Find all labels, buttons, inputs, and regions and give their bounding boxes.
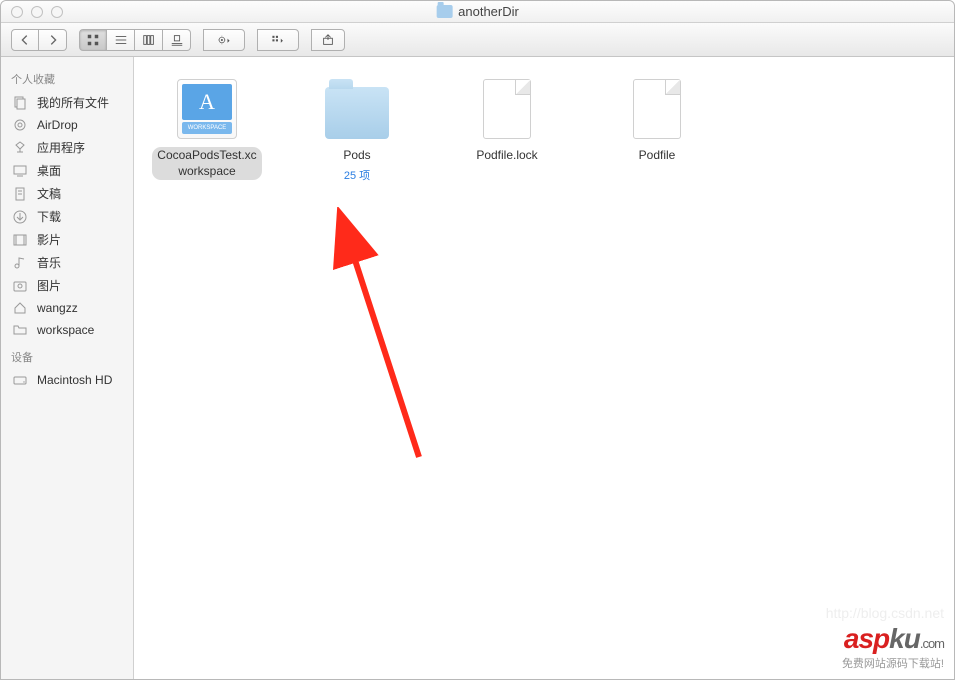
movies-icon xyxy=(11,232,29,248)
back-button[interactable] xyxy=(11,29,39,51)
share-menu xyxy=(311,29,345,51)
coverflow-view-button[interactable] xyxy=(163,29,191,51)
sidebar-item-workspace[interactable]: workspace xyxy=(1,319,133,341)
file-item-workspace[interactable]: WORKSPACE CocoaPodsTest.xcworkspace xyxy=(152,77,262,180)
view-buttons xyxy=(79,29,191,51)
sidebar-item-apps[interactable]: 应用程序 xyxy=(1,136,133,159)
documents-icon xyxy=(11,186,29,202)
sidebar-item-label: 文稿 xyxy=(37,185,61,202)
annotation-arrow-icon xyxy=(329,207,449,467)
home-icon xyxy=(11,300,29,316)
sidebar-item-movies[interactable]: 影片 xyxy=(1,228,133,251)
watermark: http://blog.csdn.net aspku.com 免费网站源码下载站… xyxy=(826,605,944,671)
sidebar-item-music[interactable]: 音乐 xyxy=(1,251,133,274)
sidebar-item-label: AirDrop xyxy=(37,118,78,132)
folder-icon xyxy=(436,5,452,18)
file-label: Pods xyxy=(339,147,374,165)
file-label: Podfile xyxy=(635,147,680,165)
sidebar-item-desktop[interactable]: 桌面 xyxy=(1,159,133,182)
file-item-lock[interactable]: Podfile.lock xyxy=(452,77,562,165)
sidebar-item-label: 音乐 xyxy=(37,254,61,271)
sidebar-section-favorites: 个人收藏 xyxy=(1,63,133,91)
file-label: Podfile.lock xyxy=(472,147,541,165)
close-icon[interactable] xyxy=(11,6,23,18)
file-grid[interactable]: WORKSPACE CocoaPodsTest.xcworkspace Pods… xyxy=(134,57,954,679)
sidebar-item-label: 桌面 xyxy=(37,162,61,179)
sidebar-item-label: 应用程序 xyxy=(37,139,85,156)
zoom-icon[interactable] xyxy=(51,6,63,18)
apps-icon xyxy=(11,140,29,156)
title-text: anotherDir xyxy=(458,4,519,19)
sidebar-item-home[interactable]: wangzz xyxy=(1,297,133,319)
titlebar: anotherDir xyxy=(1,1,954,23)
column-view-button[interactable] xyxy=(135,29,163,51)
sidebar-item-label: 图片 xyxy=(37,277,61,294)
finder-window: anotherDir 个人收藏 我的所有文件 xyxy=(0,0,955,680)
window-controls xyxy=(1,6,63,18)
sidebar-item-label: wangzz xyxy=(37,301,78,315)
folder-icon xyxy=(325,77,389,141)
window-body: 个人收藏 我的所有文件 AirDrop 应用程序 桌面 文稿 xyxy=(1,57,954,679)
sidebar-item-pictures[interactable]: 图片 xyxy=(1,274,133,297)
sidebar: 个人收藏 我的所有文件 AirDrop 应用程序 桌面 文稿 xyxy=(1,57,134,679)
sidebar-item-all-files[interactable]: 我的所有文件 xyxy=(1,91,133,114)
sidebar-item-airdrop[interactable]: AirDrop xyxy=(1,114,133,136)
sidebar-item-label: workspace xyxy=(37,323,94,337)
action-button[interactable] xyxy=(203,29,245,51)
share-button[interactable] xyxy=(311,29,345,51)
sidebar-item-downloads[interactable]: 下载 xyxy=(1,205,133,228)
watermark-url: http://blog.csdn.net xyxy=(826,605,944,621)
sidebar-item-documents[interactable]: 文稿 xyxy=(1,182,133,205)
forward-button[interactable] xyxy=(39,29,67,51)
all-files-icon xyxy=(11,95,29,111)
sidebar-item-disk[interactable]: Macintosh HD xyxy=(1,369,133,391)
file-label: CocoaPodsTest.xcworkspace xyxy=(152,147,262,180)
watermark-brand: aspku.com xyxy=(826,623,944,655)
icon-view-button[interactable] xyxy=(79,29,107,51)
file-icon xyxy=(625,77,689,141)
downloads-icon xyxy=(11,209,29,225)
sidebar-item-label: Macintosh HD xyxy=(37,373,112,387)
file-item-podfile[interactable]: Podfile xyxy=(602,77,712,165)
arrange-menu xyxy=(257,29,299,51)
file-item-folder[interactable]: Pods 25 项 xyxy=(302,77,412,183)
sidebar-section-devices: 设备 xyxy=(1,341,133,369)
workspace-icon: WORKSPACE xyxy=(175,77,239,141)
action-menu xyxy=(203,29,245,51)
folder-icon xyxy=(11,322,29,338)
sidebar-item-label: 下载 xyxy=(37,208,61,225)
file-subtitle: 25 项 xyxy=(344,167,370,183)
disk-icon xyxy=(11,372,29,388)
desktop-icon xyxy=(11,163,29,179)
minimize-icon[interactable] xyxy=(31,6,43,18)
toolbar xyxy=(1,23,954,57)
arrange-button[interactable] xyxy=(257,29,299,51)
airdrop-icon xyxy=(11,117,29,133)
music-icon xyxy=(11,255,29,271)
file-icon xyxy=(475,77,539,141)
sidebar-item-label: 我的所有文件 xyxy=(37,94,109,111)
window-title: anotherDir xyxy=(436,4,519,19)
list-view-button[interactable] xyxy=(107,29,135,51)
watermark-tagline: 免费网站源码下载站! xyxy=(826,655,944,671)
nav-buttons xyxy=(11,29,67,51)
pictures-icon xyxy=(11,278,29,294)
sidebar-item-label: 影片 xyxy=(37,231,61,248)
